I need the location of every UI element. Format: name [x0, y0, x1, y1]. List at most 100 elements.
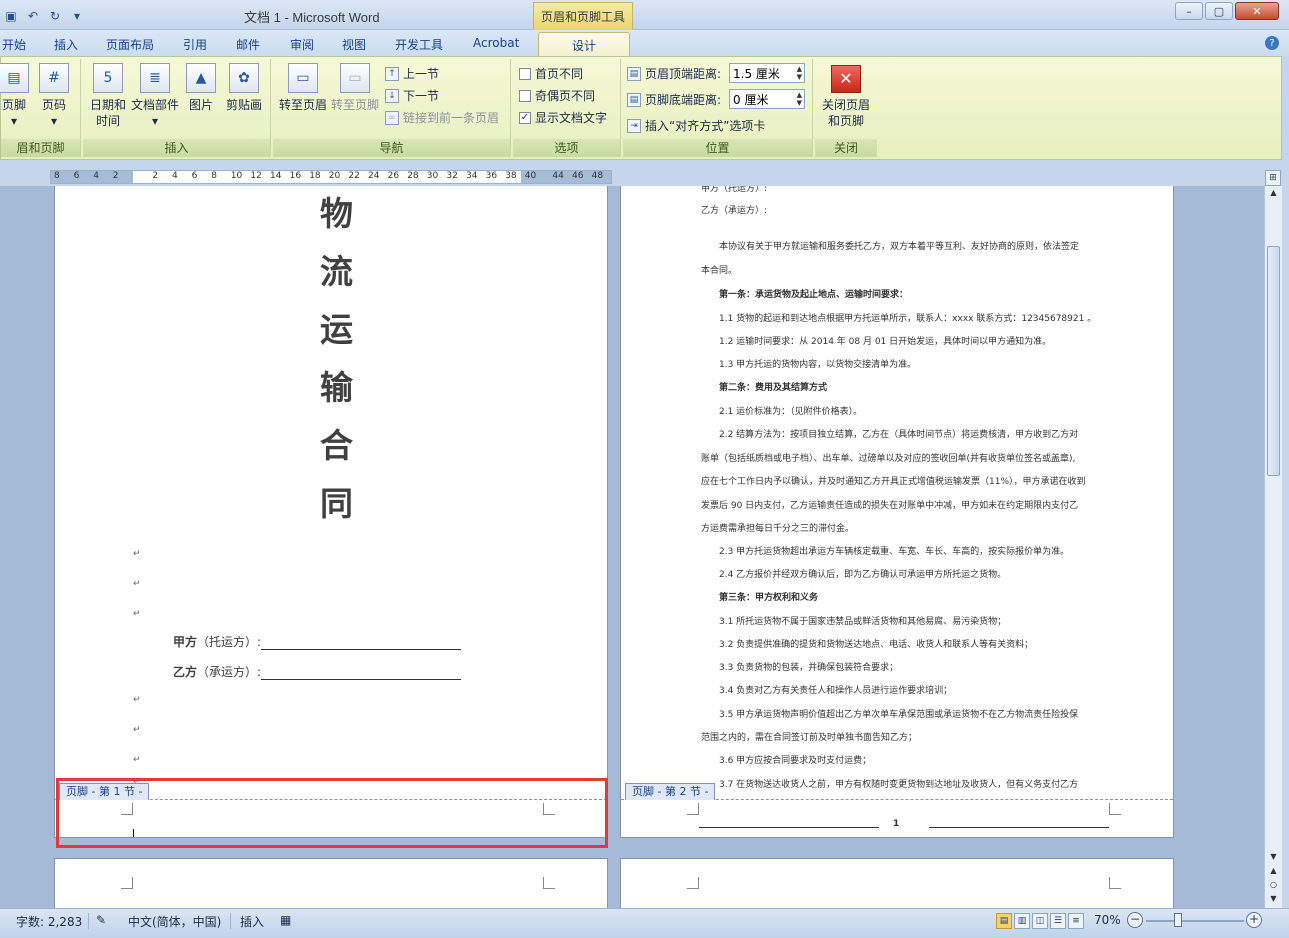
zoom-slider-thumb[interactable]: [1174, 913, 1182, 927]
crop-mark: [121, 803, 133, 815]
web-layout-icon[interactable]: ◫: [1032, 913, 1048, 929]
contract-line: 本合同。: [701, 266, 738, 276]
paragraph-mark-icon: ↵: [133, 695, 141, 705]
contract-line: 1.3 甲方托运的货物内容，以货物交接清单为准。: [719, 360, 917, 370]
footer-distance-input[interactable]: 0 厘米 ▲ ▼: [729, 89, 805, 109]
crop-mark: [1109, 803, 1121, 815]
spin-arrows-icon[interactable]: ▲ ▼: [797, 91, 802, 107]
print-layout-view-icon[interactable]: ▤: [996, 913, 1012, 929]
different-odd-even-checkbox[interactable]: 奇偶页不同: [519, 87, 595, 104]
contract-line: 第一条：承运货物及起止地点、运输时间要求：: [719, 290, 909, 300]
word-count[interactable]: 字数: 2,283: [16, 913, 82, 930]
ruler-number: 8: [54, 171, 60, 181]
close-header-footer-button[interactable]: ✕ 关闭页眉和页脚: [817, 65, 875, 129]
paragraph-mark-icon: ↵: [133, 609, 141, 619]
tab-references[interactable]: 引用: [183, 36, 207, 53]
page-2: 甲方（托运方）: 乙方（承运方）: 本协议有关于甲方就运输和服务委托乙方，双方本着平…: [620, 186, 1174, 838]
spin-arrows-icon[interactable]: ▲ ▼: [797, 65, 802, 81]
title-char: 运: [320, 310, 353, 349]
party-b-line[interactable]: 乙方（承运方）:: [173, 663, 462, 680]
contract-line: 3.2 负责提供准确的提货和货物送达地点、电话、收货人和联系人等有关资料；: [719, 640, 1034, 650]
scroll-down-icon[interactable]: ▼: [1265, 852, 1282, 866]
contract-line: 乙方（承运方）:: [701, 206, 768, 216]
ruler-number: 22: [348, 171, 360, 181]
goto-footer-button[interactable]: ▭ 转至页脚: [329, 63, 381, 113]
language-indicator[interactable]: 中文(简体，中国): [128, 913, 221, 930]
footer-section-1-tag: 页脚 - 第 1 节 -: [59, 783, 150, 800]
tab-acrobat[interactable]: Acrobat: [473, 36, 519, 50]
group-label-close: 关闭: [815, 139, 877, 157]
document-parts-button[interactable]: ≣ 文档部件 ▾: [131, 63, 179, 129]
date-time-button[interactable]: 5 日期和时间: [85, 63, 131, 129]
outline-view-icon[interactable]: ☰: [1050, 913, 1066, 929]
tab-page-layout[interactable]: 页面布局: [106, 36, 154, 53]
scroll-up-icon[interactable]: ▲: [1265, 188, 1282, 202]
picture-button[interactable]: ▲ 图片: [179, 63, 223, 113]
insert-alignment-tab-button[interactable]: ⇥ 插入“对齐方式”选项卡: [627, 117, 765, 134]
insert-mode-indicator[interactable]: 插入: [240, 913, 264, 930]
ruler-number: 38: [505, 171, 517, 181]
page-number-button[interactable]: # 页码 ▾: [31, 63, 77, 129]
contract-line: 2.2 结算方法为：按项目独立结算，乙方在（具体时间节点）将运费核清，甲方收到乙…: [719, 430, 1079, 440]
tab-view[interactable]: 视图: [342, 36, 366, 53]
footer-distance-label: ▤ 页脚底端距离:: [627, 91, 721, 108]
tab-developer[interactable]: 开发工具: [395, 36, 443, 53]
next-page-icon[interactable]: ▼: [1265, 894, 1282, 908]
zoom-slider[interactable]: [1146, 920, 1244, 922]
show-document-text-checkbox[interactable]: ✓ 显示文档文字: [519, 109, 607, 126]
ruler-number: 34: [466, 171, 478, 181]
customize-qat-icon[interactable]: ▾: [68, 7, 86, 25]
save-icon[interactable]: ▣: [2, 7, 20, 25]
paragraph-mark-icon: ↵: [133, 725, 141, 735]
horizontal-ruler[interactable]: 8 6 4 2 2 4 6 8 10 12 14 16 18 20 22 24 26 28 30 32 34 36 38 40…: [0, 168, 1264, 186]
different-first-page-checkbox[interactable]: 首页不同: [519, 65, 583, 82]
prev-page-icon[interactable]: ▲: [1265, 866, 1282, 880]
party-a-blank[interactable]: [261, 638, 462, 650]
minimize-button[interactable]: –: [1175, 2, 1203, 20]
tab-review[interactable]: 审阅: [290, 36, 314, 53]
contract-line: 2.4 乙方报价并经双方确认后，即为乙方确认可承运甲方所托运之货物。: [719, 570, 1007, 580]
macro-record-icon[interactable]: ▦: [280, 913, 291, 927]
party-b-blank[interactable]: [261, 668, 462, 680]
clip-art-button[interactable]: ✿ 剪贴画: [221, 63, 267, 113]
contract-line: 1.1 货物的起运和到达地点根据甲方托运单所示，联系人：xxxx 联系方式：12…: [719, 314, 1097, 324]
contract-line: 方运费需承担每日千分之三的滞付金。: [701, 524, 855, 534]
party-a-label: 甲方: [173, 635, 198, 649]
tab-mailings[interactable]: 邮件: [236, 36, 260, 53]
header-distance-input[interactable]: 1.5 厘米 ▲ ▼: [729, 63, 805, 83]
scroll-thumb[interactable]: [1267, 246, 1280, 476]
proofing-icon[interactable]: ✎: [96, 913, 106, 927]
draft-view-icon[interactable]: ≡: [1068, 913, 1084, 929]
ruler-number: 6: [73, 171, 80, 181]
zoom-out-icon[interactable]: −: [1127, 912, 1143, 928]
contract-line: 本协议有关于甲方就运输和服务委托乙方，双方本着平等互利、友好协商的原则，依法签定: [719, 242, 1080, 252]
tab-design[interactable]: 设计: [538, 32, 630, 57]
tab-insert[interactable]: 插入: [54, 36, 78, 53]
help-icon[interactable]: ?: [1265, 36, 1279, 50]
zoom-in-icon[interactable]: +: [1246, 912, 1262, 928]
goto-header-button[interactable]: ▭ 转至页眉: [277, 63, 329, 113]
next-section-button[interactable]: ↓ 下一节: [385, 87, 439, 104]
ruler-number: 4: [172, 171, 178, 181]
zoom-level[interactable]: 70%: [1094, 913, 1121, 927]
ruler-number: 12: [250, 171, 262, 181]
select-browse-object-icon[interactable]: ○: [1265, 880, 1282, 894]
tab-home[interactable]: 开始: [2, 36, 26, 53]
undo-icon[interactable]: ↶: [24, 7, 42, 25]
contract-line: 第三条：甲方权利和义务: [719, 593, 819, 603]
page-number: 1: [893, 819, 900, 829]
redo-icon[interactable]: ↻: [46, 7, 64, 25]
ruler-number: 2: [152, 171, 159, 181]
contract-line: 3.6 甲方应按合同要求及时支付运费；: [719, 756, 872, 766]
page-4: [620, 858, 1174, 908]
vertical-scrollbar[interactable]: ▲ ▼ ▲ ○ ▼: [1264, 186, 1282, 908]
goto-header-icon: ▭: [288, 63, 318, 93]
previous-section-button[interactable]: ↑ 上一节: [385, 65, 439, 82]
party-a-line[interactable]: 甲方（托运方）:: [173, 633, 462, 650]
full-screen-reading-icon[interactable]: ▥: [1014, 913, 1030, 929]
ruler-toggle-icon[interactable]: ⊞: [1265, 170, 1281, 186]
maximize-button[interactable]: ▢: [1205, 2, 1233, 20]
close-window-button[interactable]: ✕: [1235, 2, 1279, 20]
link-to-previous-button[interactable]: ∞ 链接到前一条页眉: [385, 109, 499, 126]
header-distance-icon: ▤: [627, 66, 641, 81]
